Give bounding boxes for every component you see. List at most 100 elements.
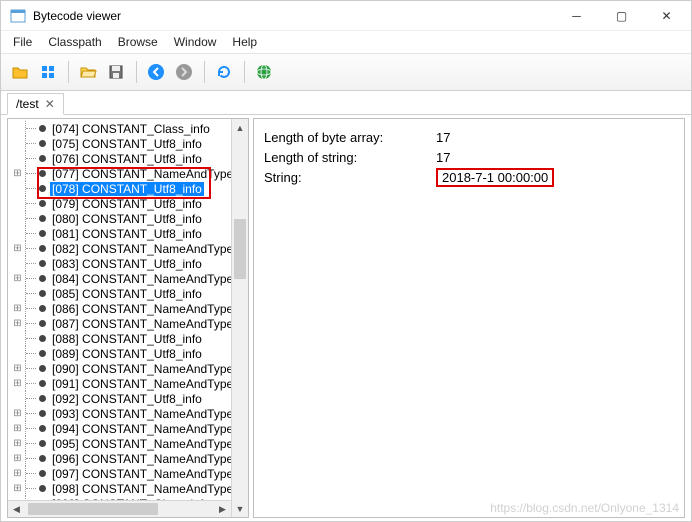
tree-connector (25, 241, 39, 256)
expand-toggle-icon[interactable]: ⊞ (12, 378, 23, 389)
tree-item-086[interactable]: ⊞[086] CONSTANT_NameAndType_in (12, 301, 231, 316)
tree-item-label: [078] CONSTANT_Utf8_info (50, 182, 204, 196)
expand-toggle-icon[interactable]: ⊞ (12, 303, 23, 314)
tree-item-089[interactable]: [089] CONSTANT_Utf8_info (12, 346, 231, 361)
save-button[interactable] (103, 59, 129, 85)
menu-classpath[interactable]: Classpath (40, 33, 109, 51)
maximize-button[interactable]: ▢ (599, 1, 644, 30)
scroll-thumb[interactable] (28, 503, 158, 515)
toolbar (1, 53, 691, 91)
tree-connector (25, 406, 39, 421)
tree-item-079[interactable]: [079] CONSTANT_Utf8_info (12, 196, 231, 211)
tree-bullet-icon (39, 260, 46, 267)
workspace: [074] CONSTANT_Class_info[075] CONSTANT_… (1, 115, 691, 521)
expand-toggle-icon[interactable]: ⊞ (12, 243, 23, 254)
scroll-left-arrow-icon[interactable]: ◀ (8, 501, 25, 517)
tree-item-082[interactable]: ⊞[082] CONSTANT_NameAndType_in (12, 241, 231, 256)
tree-toggle-empty (12, 258, 23, 269)
menu-help[interactable]: Help (224, 33, 265, 51)
tree-item-076[interactable]: [076] CONSTANT_Utf8_info (12, 151, 231, 166)
tree-item-078[interactable]: [078] CONSTANT_Utf8_info (12, 181, 231, 196)
tree-item-098[interactable]: ⊞ [098] CONSTANT_NameAndType_in (12, 481, 231, 496)
tree-bullet-icon (39, 245, 46, 252)
open-classpath-button[interactable] (35, 59, 61, 85)
scroll-down-arrow-icon[interactable]: ▼ (232, 500, 248, 517)
reload-button[interactable] (211, 59, 237, 85)
tree-item-label: [093] CONSTANT_NameAndType_in (50, 407, 231, 421)
minimize-button[interactable]: ─ (554, 1, 599, 30)
tree-item-074[interactable]: [074] CONSTANT_Class_info (12, 121, 231, 136)
expand-toggle-icon[interactable]: ⊞ (12, 483, 23, 494)
tree-item-085[interactable]: [085] CONSTANT_Utf8_info (12, 286, 231, 301)
tree-connector (25, 331, 39, 346)
expand-toggle-icon[interactable]: ⊞ (12, 318, 23, 329)
tree-item-label: [096] CONSTANT_NameAndType_in (50, 452, 231, 466)
expand-toggle-icon[interactable]: ⊞ (12, 453, 23, 464)
expand-toggle-icon[interactable]: ⊞ (12, 408, 23, 419)
tree-item-097[interactable]: ⊞[097] CONSTANT_NameAndType_in (12, 466, 231, 481)
tree-item-077[interactable]: ⊞[077] CONSTANT_NameAndType_in (12, 166, 231, 181)
tree-item-087[interactable]: ⊞[087] CONSTANT_NameAndType_in (12, 316, 231, 331)
scroll-right-arrow-icon[interactable]: ▶ (214, 501, 231, 517)
tree-item-096[interactable]: ⊞ [096] CONSTANT_NameAndType_in (12, 451, 231, 466)
tree-bullet-icon (39, 215, 46, 222)
tab-close-icon[interactable]: ✕ (45, 98, 55, 110)
tree-item-094[interactable]: ⊞[094] CONSTANT_NameAndType_in (12, 421, 231, 436)
menu-window[interactable]: Window (166, 33, 225, 51)
toolbar-separator (131, 61, 141, 83)
menubar: File Classpath Browse Window Help (1, 31, 691, 53)
tree-horizontal-scrollbar[interactable]: ◀ ▶ (8, 500, 231, 517)
expand-toggle-icon[interactable]: ⊞ (12, 273, 23, 284)
tree-item-091[interactable]: ⊞[091] CONSTANT_NameAndType_in (12, 376, 231, 391)
tree-toggle-empty (12, 123, 23, 134)
tree-bullet-icon (39, 230, 46, 237)
tree-item-080[interactable]: [080] CONSTANT_Utf8_info (12, 211, 231, 226)
open-folder-button[interactable] (75, 59, 101, 85)
expand-toggle-icon[interactable]: ⊞ (12, 363, 23, 374)
tree-item-081[interactable]: [081] CONSTANT_Utf8_info (12, 226, 231, 241)
scroll-up-arrow-icon[interactable]: ▲ (232, 119, 248, 136)
expand-toggle-icon[interactable]: ⊞ (12, 423, 23, 434)
tree-item-label: [098] CONSTANT_NameAndType_in (50, 482, 231, 496)
web-button[interactable] (251, 59, 277, 85)
expand-toggle-icon[interactable]: ⊞ (12, 168, 23, 179)
tree-bullet-icon (39, 335, 46, 342)
tree-item-093[interactable]: ⊞ [093] CONSTANT_NameAndType_in (12, 406, 231, 421)
tree-item-090[interactable]: ⊞[090] CONSTANT_NameAndType_in (12, 361, 231, 376)
tree-toggle-empty (12, 348, 23, 359)
tree-toggle-empty (12, 333, 23, 344)
tree-item-088[interactable]: [088] CONSTANT_Utf8_info (12, 331, 231, 346)
titlebar: Bytecode viewer ─ ▢ ✕ (1, 1, 691, 31)
open-file-button[interactable] (7, 59, 33, 85)
tab-test[interactable]: /test ✕ (7, 93, 64, 115)
menu-browse[interactable]: Browse (110, 33, 166, 51)
forward-button[interactable] (171, 59, 197, 85)
tree-item-092[interactable]: [092] CONSTANT_Utf8_info (12, 391, 231, 406)
tree-connector (25, 361, 39, 376)
tree-item-095[interactable]: ⊞[095] CONSTANT_NameAndType_in (12, 436, 231, 451)
tree-item-label: [085] CONSTANT_Utf8_info (50, 287, 204, 301)
tree-connector (25, 226, 39, 241)
back-button[interactable] (143, 59, 169, 85)
tree-bullet-icon (39, 200, 46, 207)
tree-connector (25, 181, 39, 196)
menu-file[interactable]: File (5, 33, 40, 51)
tree-item-label: [076] CONSTANT_Utf8_info (50, 152, 204, 166)
app-icon (10, 8, 26, 24)
toolbar-separator (63, 61, 73, 83)
tree-connector (25, 451, 39, 466)
tree-toggle-empty (12, 183, 23, 194)
tree-item-084[interactable]: ⊞[084] CONSTANT_NameAndType_in (12, 271, 231, 286)
expand-toggle-icon[interactable]: ⊞ (12, 468, 23, 479)
tree-item-075[interactable]: [075] CONSTANT_Utf8_info (12, 136, 231, 151)
close-button[interactable]: ✕ (644, 1, 689, 30)
tree-item-083[interactable]: [083] CONSTANT_Utf8_info (12, 256, 231, 271)
scroll-thumb[interactable] (234, 219, 246, 279)
expand-toggle-icon[interactable]: ⊞ (12, 438, 23, 449)
detail-value: 17 (436, 150, 450, 165)
detail-panel: Length of byte array: 17 Length of strin… (253, 118, 685, 518)
tree-item-label: [088] CONSTANT_Utf8_info (50, 332, 204, 346)
tree-bullet-icon (39, 410, 46, 417)
tree-item-label: [089] CONSTANT_Utf8_info (50, 347, 204, 361)
tree-vertical-scrollbar[interactable]: ▲ ▼ (231, 119, 248, 517)
